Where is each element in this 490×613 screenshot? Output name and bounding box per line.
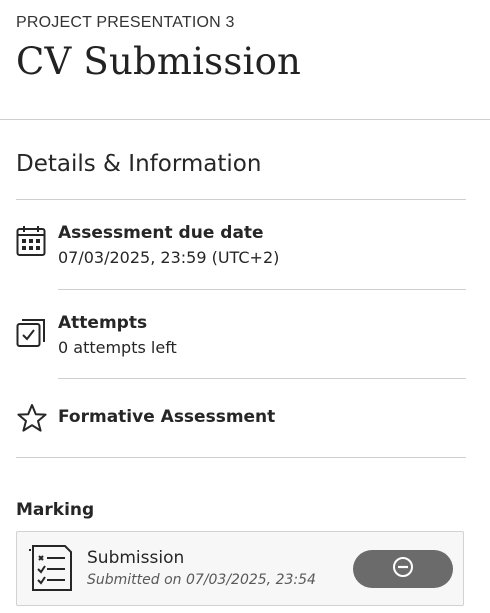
submission-card[interactable]: Submission Submitted on 07/03/2025, 23:5…: [16, 531, 464, 606]
attempts-rule: [58, 378, 466, 379]
top-divider: [0, 119, 490, 120]
attempts-icon: [16, 316, 48, 352]
star-icon: [16, 403, 48, 437]
submission-status-button[interactable]: [353, 550, 453, 588]
formative-rule: [16, 457, 466, 458]
marking-heading: Marking: [16, 500, 95, 520]
checklist-icon: [27, 544, 75, 596]
attempts-value: 0 attempts left: [58, 338, 177, 357]
section-title: Details & Information: [16, 151, 262, 177]
section-rule: [16, 199, 466, 200]
calendar-icon: [16, 225, 46, 261]
submission-meta: Submitted on 07/03/2025, 23:54: [87, 572, 316, 588]
submission-title: Submission: [87, 548, 185, 568]
minus-circle-icon: [392, 556, 414, 582]
formative-label: Formative Assessment: [58, 407, 276, 427]
due-date-label: Assessment due date: [58, 223, 264, 243]
eyebrow: PROJECT PRESENTATION 3: [16, 14, 235, 31]
due-date-value: 07/03/2025, 23:59 (UTC+2): [58, 248, 280, 267]
page-title: CV Submission: [16, 40, 302, 83]
due-date-rule: [58, 289, 466, 290]
attempts-label: Attempts: [58, 313, 148, 333]
